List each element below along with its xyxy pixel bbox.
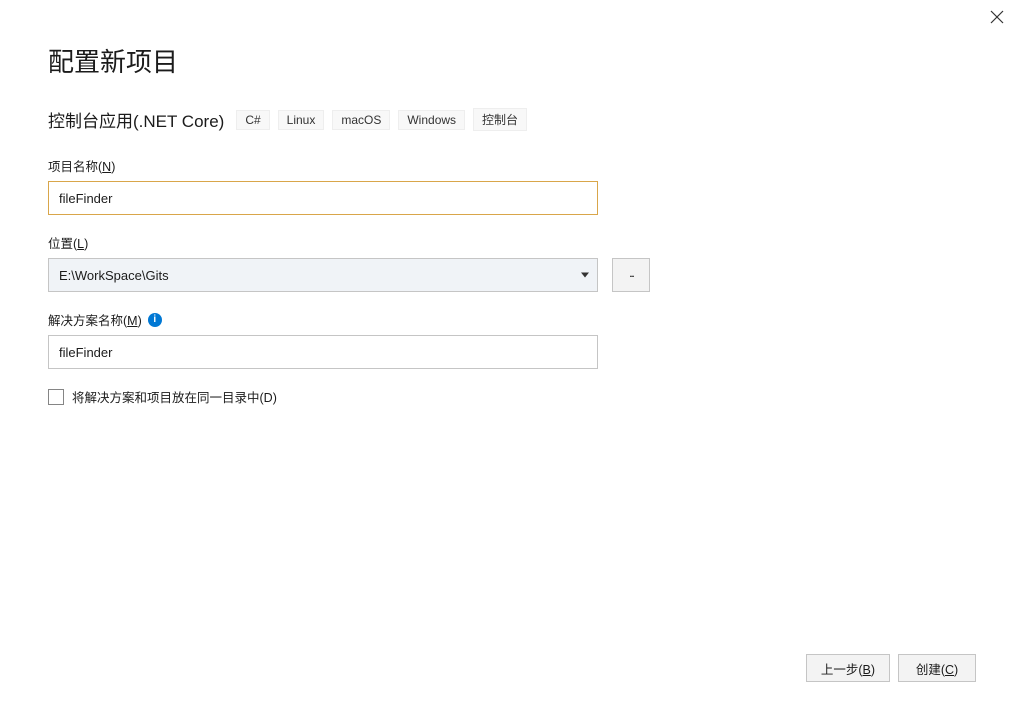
info-icon[interactable]: i (148, 313, 162, 327)
same-directory-label: 将解决方案和项目放在同一目录中(D) (72, 387, 277, 406)
same-directory-checkbox[interactable] (48, 389, 64, 405)
solution-name-input[interactable] (48, 335, 598, 369)
back-button[interactable]: 上一步(B) (806, 654, 890, 682)
tag-console: 控制台 (473, 108, 527, 131)
project-type-label: 控制台应用(.NET Core) (48, 107, 224, 132)
chevron-down-icon (581, 273, 589, 278)
location-combobox[interactable]: E:\WorkSpace\Gits (48, 258, 598, 292)
close-button[interactable] (990, 10, 1006, 26)
solution-name-label: 解决方案名称(M) i (48, 310, 976, 329)
location-label: 位置(L) (48, 233, 976, 252)
tag-csharp: C# (236, 110, 269, 130)
project-name-label: 项目名称(N) (48, 156, 976, 175)
tag-windows: Windows (398, 110, 465, 130)
page-title: 配置新项目 (48, 42, 976, 79)
location-value: E:\WorkSpace\Gits (59, 268, 169, 283)
project-name-input[interactable] (48, 181, 598, 215)
tag-linux: Linux (278, 110, 325, 130)
create-button[interactable]: 创建(C) (898, 654, 976, 682)
browse-button[interactable]: ... (612, 258, 650, 292)
tag-macos: macOS (332, 110, 390, 130)
project-type-row: 控制台应用(.NET Core) C# Linux macOS Windows … (48, 107, 976, 132)
